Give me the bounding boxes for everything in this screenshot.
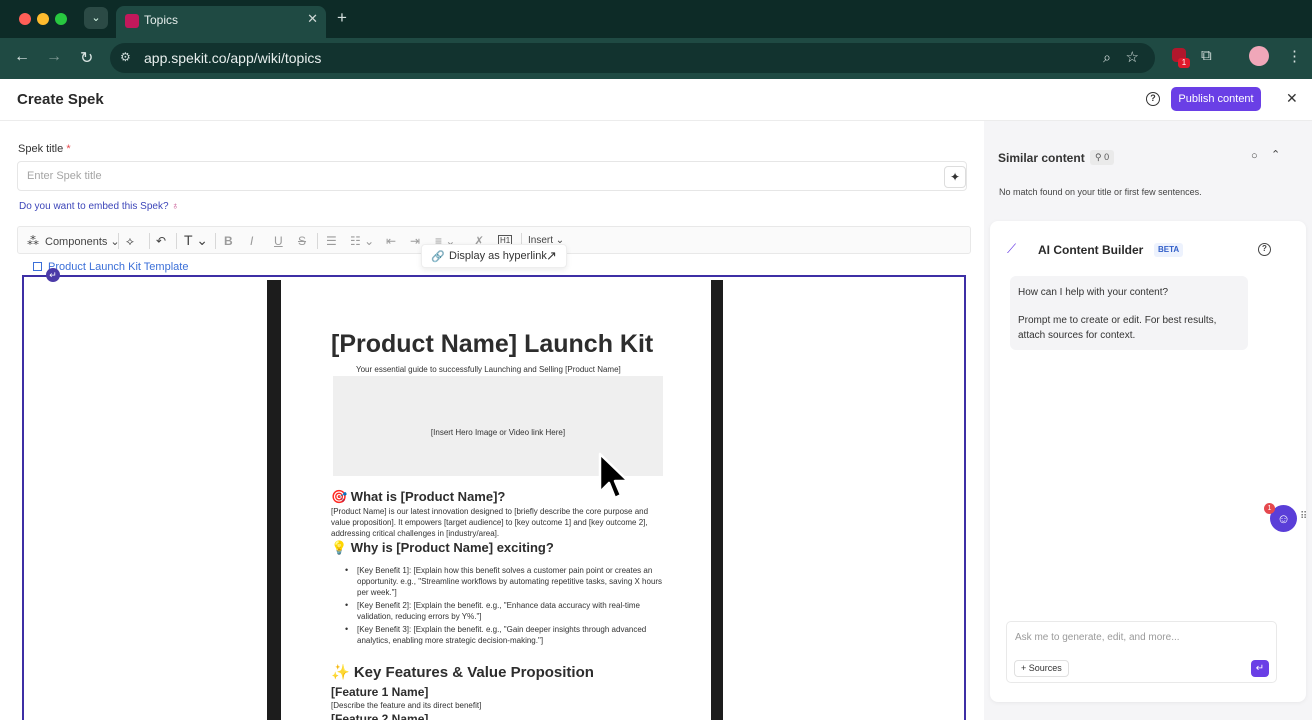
right-panel: Similar content ⚲ 0 ○ ⌃ No match found o…: [984, 121, 1312, 720]
doc-feature-2-name: [Feature 2 Name]: [331, 712, 429, 720]
browser-tab-bar: ⌄ Topics ✕ +: [0, 0, 1312, 38]
bold-icon[interactable]: B: [224, 234, 233, 248]
similar-content-title: Similar content: [998, 151, 1085, 165]
doc-section-features: ✨ Key Features & Value Proposition: [331, 664, 594, 681]
doc-section-what-body: [Product Name] is our latest innovation …: [331, 507, 649, 538]
tab-title: Topics: [144, 13, 179, 27]
extension-badge: 1: [1178, 58, 1190, 68]
open-external-icon[interactable]: ↗: [546, 248, 557, 264]
spekit-favicon-icon: [125, 14, 139, 28]
indent-icon[interactable]: ⇥: [410, 234, 420, 248]
document-icon: [33, 262, 42, 271]
ai-builder-title: AI Content Builder: [1038, 243, 1144, 257]
mouse-cursor-icon: [598, 452, 630, 500]
text-style-dropdown[interactable]: T ⌄: [184, 232, 208, 249]
site-info-icon[interactable]: ⚙: [120, 50, 131, 64]
display-as-hyperlink-button[interactable]: Display as hyperlink: [449, 250, 547, 262]
create-spek-page: Create Spek ? Publish content ✕ Spek tit…: [0, 79, 1312, 720]
embed-handle-icon[interactable]: ↵: [46, 268, 60, 282]
list-item: [Key Benefit 2]: [Explain the benefit. e…: [345, 600, 665, 622]
browser-tab[interactable]: Topics ✕: [116, 6, 326, 38]
hyperlink-popover: 🔗 Display as hyperlink ↗: [421, 244, 567, 268]
tab-search-button[interactable]: ⌄: [84, 7, 108, 29]
numbered-list-icon[interactable]: ☷ ⌄: [350, 234, 374, 248]
window-maximize-button[interactable]: [55, 13, 67, 25]
ai-greeting: How can I help with your content?: [1018, 287, 1169, 298]
italic-icon[interactable]: I: [250, 234, 253, 248]
page-header: Create Spek ? Publish content ✕: [0, 79, 1312, 121]
embedded-document-frame[interactable]: [Product Name] Launch Kit Your essential…: [22, 275, 966, 720]
new-tab-button[interactable]: +: [337, 8, 347, 28]
forward-arrow-icon[interactable]: →: [46, 48, 62, 66]
assistant-badge: 1: [1264, 503, 1275, 514]
profile-avatar[interactable]: [1249, 46, 1269, 66]
doc-margin-left: [267, 280, 281, 720]
url-text[interactable]: app.spekit.co/app/wiki/topics: [144, 50, 321, 66]
hero-placeholder-text: [Insert Hero Image or Video link Here]: [430, 428, 566, 437]
outdent-icon[interactable]: ⇤: [386, 234, 396, 248]
doc-benefits-list: [Key Benefit 1]: [Explain how this benef…: [345, 565, 665, 648]
similar-content-empty: No match found on your title or first fe…: [999, 187, 1202, 197]
spek-title-label: Spek title *: [18, 143, 71, 155]
add-sources-button[interactable]: + Sources: [1014, 660, 1069, 677]
strikethrough-icon[interactable]: S: [298, 234, 306, 248]
help-icon[interactable]: ?: [1146, 92, 1160, 106]
window-close-button[interactable]: [19, 13, 31, 25]
magic-wand-icon: ⟋: [1007, 241, 1017, 256]
refresh-icon[interactable]: ○: [1251, 150, 1258, 162]
list-item: [Key Benefit 1]: [Explain how this benef…: [345, 565, 665, 598]
tab-close-icon[interactable]: ✕: [307, 11, 318, 27]
doc-margin-right: [711, 280, 723, 720]
publish-content-button[interactable]: Publish content: [1171, 87, 1261, 111]
doc-feature-1-desc: [Describe the feature and its direct ben…: [331, 701, 482, 710]
link-icon: 🔗: [431, 251, 445, 263]
close-icon[interactable]: ✕: [1286, 90, 1298, 107]
doc-title: [Product Name] Launch Kit: [331, 330, 654, 358]
chevron-up-icon[interactable]: ⌃: [1271, 148, 1280, 161]
ai-prompt-box: + Sources ↵: [1006, 621, 1277, 683]
extensions-puzzle-icon[interactable]: ⧉: [1201, 47, 1212, 64]
reload-icon[interactable]: ↻: [80, 48, 93, 68]
help-icon[interactable]: ?: [1258, 243, 1271, 256]
similar-content-count: ⚲ 0: [1090, 150, 1115, 165]
doc-section-what: 🎯 What is [Product Name]?: [331, 489, 506, 504]
bookmark-star-icon[interactable]: ☆: [1126, 48, 1139, 66]
document-page: [Product Name] Launch Kit Your essential…: [281, 280, 711, 720]
page-title: Create Spek: [17, 91, 104, 108]
back-arrow-icon[interactable]: ←: [14, 48, 30, 66]
beta-badge: BETA: [1154, 243, 1184, 257]
zoom-icon[interactable]: ⌕: [1103, 49, 1111, 66]
window-minimize-button[interactable]: [37, 13, 49, 25]
doc-subtitle: Your essential guide to successfully Lau…: [356, 365, 621, 374]
components-dropdown[interactable]: Components ⌄: [45, 235, 120, 248]
bullet-list-icon[interactable]: ☰: [326, 234, 337, 248]
ai-prompt-input[interactable]: [1015, 629, 1265, 645]
doc-section-why: 💡 Why is [Product Name] exciting?: [331, 540, 554, 555]
drag-handle-icon[interactable]: ⠿: [1300, 511, 1307, 522]
send-icon[interactable]: ↵: [1251, 660, 1269, 677]
embed-hint-icon: ♁: [171, 201, 179, 212]
ai-edit-icon[interactable]: ⟡: [126, 234, 134, 249]
ai-sparkle-icon[interactable]: ✦: [944, 166, 966, 188]
components-icon[interactable]: ⁂: [27, 234, 39, 248]
spek-title-input[interactable]: [17, 161, 967, 191]
underline-icon[interactable]: U: [274, 234, 283, 248]
doc-feature-1-name: [Feature 1 Name]: [331, 685, 429, 699]
embed-spek-link[interactable]: Do you want to embed this Spek? ♁: [19, 201, 179, 212]
browser-toolbar: ← → ↻ ⚙ app.spekit.co/app/wiki/topics ⌕ …: [0, 38, 1312, 79]
browser-menu-icon[interactable]: ⋮: [1287, 47, 1302, 65]
ai-message-bubble: How can I help with your content? Prompt…: [1010, 276, 1248, 350]
address-bar[interactable]: ⚙ app.spekit.co/app/wiki/topics ⌕ ☆: [110, 43, 1155, 73]
undo-icon[interactable]: ↶: [156, 234, 166, 248]
ai-instructions: Prompt me to create or edit. For best re…: [1018, 315, 1217, 341]
ai-content-builder: ⟋ AI Content Builder BETA ? How can I he…: [990, 221, 1306, 702]
list-item: [Key Benefit 3]: [Explain the benefit. e…: [345, 624, 665, 646]
